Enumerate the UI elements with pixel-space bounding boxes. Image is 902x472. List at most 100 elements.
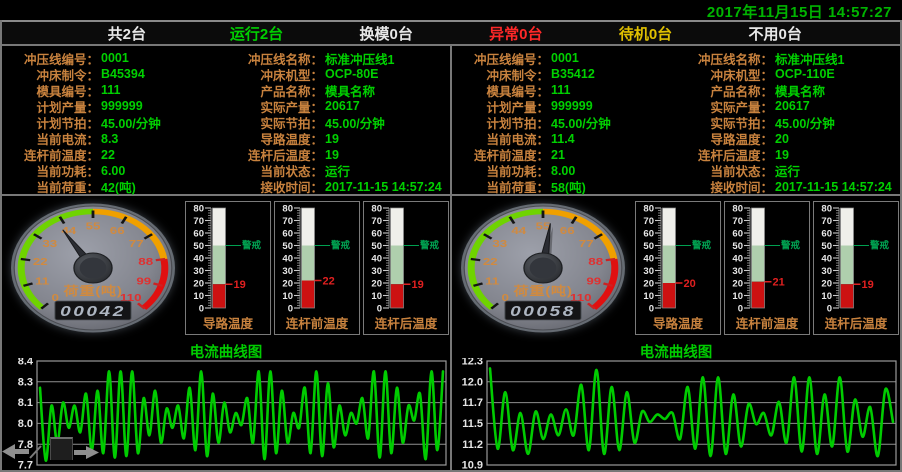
info-value: 45.00/分钟 — [775, 113, 835, 132]
svg-text:80: 80 — [371, 204, 382, 214]
info-column-right: 冲压线名称：标准冲压线1冲床机型：OCP-80E产品名称：模具名称实际产量：20… — [226, 50, 450, 194]
thermometer-label: 导路温度 — [636, 313, 720, 332]
info-value: 模具名称 — [325, 81, 375, 100]
svg-text:20: 20 — [371, 278, 382, 289]
svg-text:70: 70 — [193, 216, 204, 227]
info-section: 冲压线编号：0001冲床制令：B45394模具编号：111计划产量：999999… — [2, 46, 450, 196]
info-label: 当前荷重： — [2, 177, 99, 196]
svg-text:40: 40 — [643, 253, 654, 264]
info-label: 接收时间： — [226, 177, 323, 196]
thermometer-svg: 80706050403020100警戒19 — [188, 204, 268, 314]
thermometer-svg: 80706050403020100警戒21 — [727, 204, 807, 314]
thermometer-value: 19 — [412, 279, 424, 291]
svg-text:40: 40 — [371, 253, 382, 264]
svg-text:20: 20 — [193, 278, 204, 289]
svg-text:40: 40 — [282, 253, 293, 264]
info-value: B45394 — [101, 67, 145, 81]
status-item: 共2台 — [62, 23, 192, 44]
chart-section: 电流曲线图 12.312.011.711.511.210.9 — [452, 340, 900, 470]
info-section: 冲压线编号：0001冲床制令：B35412模具编号：111计划产量：999999… — [452, 46, 900, 196]
info-column-left: 冲压线编号：0001冲床制令：B35412模具编号：111计划产量：999999… — [452, 50, 676, 194]
info-value: 8.3 — [101, 132, 118, 146]
svg-text:50: 50 — [821, 241, 832, 252]
info-value: 20617 — [775, 99, 810, 113]
svg-text:30: 30 — [643, 266, 654, 277]
info-value: 8.00 — [551, 164, 575, 178]
info-value: 19 — [325, 148, 339, 162]
info-value: 999999 — [101, 99, 143, 113]
svg-text:88: 88 — [588, 255, 603, 267]
svg-text:70: 70 — [732, 216, 743, 227]
info-row: 当前荷重：42(吨) — [2, 179, 226, 195]
warn-label: 警戒 — [870, 240, 890, 252]
svg-text:20: 20 — [282, 278, 293, 289]
info-value: 20 — [775, 132, 789, 146]
svg-text:7.7: 7.7 — [17, 460, 32, 470]
svg-text:60: 60 — [371, 228, 382, 239]
title-strip: 2017年11月15日 14:57:27 — [0, 0, 902, 20]
main-frame: 共2台 运行2台 换模0台 异常0台 待机0台 不用0台 冲压线编号：0001冲… — [0, 20, 902, 472]
svg-text:12.3: 12.3 — [461, 358, 482, 368]
back-arrow-icon[interactable] — [2, 444, 29, 459]
info-value: 999999 — [551, 99, 593, 113]
meters-section: 0112233445566778899110荷重(吨)00042 80 70 60 5… — [2, 196, 450, 340]
svg-text:10: 10 — [282, 291, 293, 302]
svg-text:44: 44 — [511, 224, 526, 236]
status-item: 不用0台 — [710, 23, 840, 44]
svg-text:77: 77 — [579, 237, 594, 249]
thermometer-label: 连杆前温度 — [725, 313, 809, 332]
thermometer-svg: 80706050403020100警戒19 — [816, 204, 896, 314]
thermometer-value: 21 — [773, 277, 785, 289]
panels-container: 冲压线编号：0001冲床制令：B45394模具编号：111计划产量：999999… — [2, 46, 900, 470]
svg-text:10: 10 — [643, 291, 654, 302]
thermometer-label: 导路温度 — [186, 313, 270, 332]
svg-text:50: 50 — [643, 241, 654, 252]
info-value: 21 — [551, 148, 565, 162]
thermometer-value: 19 — [234, 279, 246, 291]
thermometer-连杆后温度: 80706050403020100警戒19连杆后温度 — [813, 201, 899, 335]
status-item: 待机0台 — [581, 23, 711, 44]
svg-text:40: 40 — [821, 253, 832, 264]
press-line-panel-1: 冲压线编号：0001冲床制令：B45394模具编号：111计划产量：999999… — [2, 46, 450, 470]
info-value: 45.00/分钟 — [551, 113, 611, 132]
forward-arrow-icon[interactable] — [74, 446, 99, 459]
svg-text:30: 30 — [371, 266, 382, 277]
warn-label: 警戒 — [331, 240, 351, 252]
svg-text:33: 33 — [42, 237, 57, 249]
status-item: 换模0台 — [321, 23, 451, 44]
load-gauge: 0112233445566778899110荷重(吨)00042 — [4, 198, 182, 338]
info-value: 运行 — [775, 161, 800, 180]
svg-text:80: 80 — [643, 204, 654, 214]
status-item: 异常0台 — [451, 23, 581, 44]
info-value: 标准冲压线1 — [325, 49, 394, 68]
svg-text:80: 80 — [732, 204, 743, 214]
load-gauge: 0112233445566778899110荷重(吨)00058 — [454, 198, 632, 338]
info-value: OCP-110E — [775, 67, 835, 81]
info-value: 0001 — [101, 51, 129, 65]
info-value: 19 — [325, 132, 339, 146]
thermometer-连杆前温度: 80706050403020100警戒21连杆前温度 — [724, 201, 810, 335]
gauge-readout: 00058 — [510, 302, 576, 319]
svg-text:99: 99 — [586, 275, 601, 287]
info-column-right: 冲压线名称：标准冲压线1冲床机型：OCP-110E产品名称：模具名称实际产量：2… — [676, 50, 900, 194]
info-value: 20617 — [325, 99, 360, 113]
svg-text:12.0: 12.0 — [461, 376, 482, 388]
info-value: 0001 — [551, 51, 579, 65]
info-value: 45.00/分钟 — [325, 113, 385, 132]
svg-text:33: 33 — [492, 237, 507, 249]
thermometer-value: 22 — [323, 275, 335, 287]
window-button-icon[interactable] — [50, 437, 73, 460]
info-value: 19 — [775, 148, 789, 162]
svg-text:20: 20 — [821, 278, 832, 289]
thermometer-连杆前温度: 80706050403020100警戒22连杆前温度 — [274, 201, 360, 335]
machine-status-bar: 共2台 运行2台 换模0台 异常0台 待机0台 不用0台 — [2, 20, 900, 46]
hmi-dashboard: 2017年11月15日 14:57:27 共2台 运行2台 换模0台 异常0台 … — [0, 0, 902, 471]
current-curve-chart: 12.312.011.711.511.210.9 — [453, 358, 900, 470]
svg-text:55: 55 — [86, 220, 101, 232]
info-value: 6.00 — [101, 164, 125, 178]
svg-text:80: 80 — [193, 204, 204, 214]
chart-title: 电流曲线图 — [2, 340, 450, 358]
info-value: 2017-11-15 14:57:24 — [325, 180, 442, 194]
svg-text:20: 20 — [732, 278, 743, 289]
warn-label: 警戒 — [420, 240, 440, 252]
